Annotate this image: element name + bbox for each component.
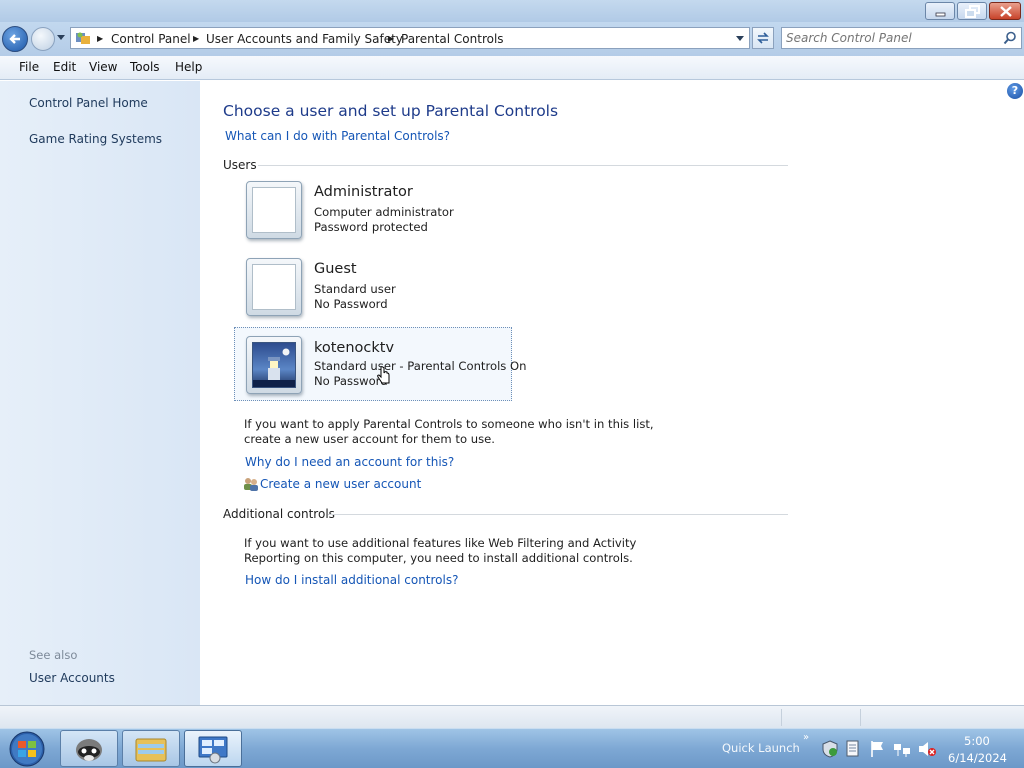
menu-help-label: Help	[175, 60, 203, 74]
flag-icon[interactable]	[869, 740, 885, 758]
status-bar	[0, 705, 1024, 728]
menu-file[interactable]: File	[19, 60, 39, 74]
clock-time[interactable]: 5:00	[964, 734, 990, 748]
no-account-text-line1: If you want to apply Parental Controls t…	[244, 417, 654, 431]
security-shield-icon[interactable]	[821, 740, 839, 758]
refresh-icon	[757, 32, 769, 44]
restore-button[interactable]	[957, 2, 987, 20]
additional-text-line2: Reporting on this computer, you need to …	[244, 551, 633, 565]
control-panel-app-icon	[198, 736, 228, 764]
taskbar-app-raccoon[interactable]	[60, 730, 118, 767]
raccoon-app-icon	[76, 739, 102, 761]
close-icon	[1000, 6, 1012, 17]
user-type: Standard user - Parental Controls On	[314, 359, 527, 373]
user-accounts-link[interactable]: User Accounts	[29, 671, 115, 685]
search-box[interactable]	[781, 27, 1022, 49]
minimize-button[interactable]	[925, 2, 955, 20]
menu-view[interactable]: View	[89, 60, 117, 74]
menu-help[interactable]: Help	[175, 60, 202, 74]
close-button[interactable]	[989, 2, 1021, 20]
user-name: kotenocktv	[314, 340, 395, 356]
windows-start-orb-icon	[9, 731, 45, 767]
network-icon[interactable]	[893, 740, 911, 758]
user-tile-guest[interactable]: Guest Standard user No Password	[234, 258, 512, 332]
what-can-i-do-link[interactable]: What can I do with Parental Controls?	[225, 129, 450, 143]
page-title: Choose a user and set up Parental Contro…	[223, 102, 559, 120]
breadcrumb-user-accounts[interactable]: User Accounts and Family Safety	[206, 32, 403, 46]
status-divider	[860, 709, 861, 726]
menu-edit-label: Edit	[53, 60, 77, 74]
breadcrumb-control-panel[interactable]: Control Panel	[111, 32, 191, 46]
breadcrumb-parental-controls[interactable]: Parental Controls	[401, 32, 504, 46]
users-divider	[258, 165, 788, 166]
no-account-text-line2: create a new user account for them to us…	[244, 432, 495, 446]
folder-icon	[135, 738, 167, 762]
user-type: Computer administrator	[314, 205, 454, 219]
additional-controls-divider	[328, 514, 788, 515]
menu-edit[interactable]: Edit	[53, 60, 76, 74]
search-icon[interactable]	[1003, 31, 1017, 45]
title-bar	[0, 0, 1024, 22]
address-bar[interactable]: ▶ Control Panel ▶ User Accounts and Fami…	[70, 27, 750, 49]
blank-user-picture	[252, 187, 296, 233]
forward-button[interactable]	[31, 27, 55, 51]
main-content: ? Choose a user and set up Parental Cont…	[200, 81, 1024, 705]
chevron-double-right-icon[interactable]: »	[803, 732, 809, 743]
help-icon[interactable]: ?	[1007, 83, 1023, 99]
see-also-heading: See also	[29, 648, 78, 662]
refresh-button[interactable]	[752, 27, 774, 49]
user-name: Administrator	[314, 184, 413, 200]
minimize-icon	[935, 12, 946, 17]
user-picture-frame	[246, 181, 302, 239]
back-arrow-icon	[9, 34, 20, 44]
taskbar-app-explorer[interactable]	[122, 730, 180, 767]
clock-date[interactable]: 6/14/2024	[948, 751, 1007, 765]
blank-user-picture	[252, 264, 296, 310]
user-picture-frame	[246, 258, 302, 316]
additional-controls-heading: Additional controls	[223, 507, 335, 521]
task-pane: Control Panel Home Game Rating Systems S…	[0, 81, 200, 705]
hand-cursor-icon	[377, 366, 390, 384]
document-icon[interactable]	[845, 740, 861, 758]
taskbar-app-control-panel[interactable]	[184, 730, 242, 767]
game-rating-systems-link[interactable]: Game Rating Systems	[29, 132, 162, 146]
navigation-bar: ▶ Control Panel ▶ User Accounts and Fami…	[0, 22, 1024, 56]
search-input[interactable]	[786, 30, 996, 46]
create-new-user-account-link[interactable]: Create a new user account	[260, 477, 421, 491]
menu-file-label: File	[19, 60, 40, 74]
address-dropdown-icon[interactable]	[736, 36, 745, 42]
user-picture-frame	[246, 336, 302, 394]
user-tile-administrator[interactable]: Administrator Computer administrator Pas…	[234, 181, 512, 255]
additional-text-line1: If you want to use additional features l…	[244, 536, 637, 550]
user-tile-kotenocktv[interactable]: kotenocktv Standard user - Parental Cont…	[234, 327, 527, 401]
menu-tools[interactable]: Tools	[130, 60, 160, 74]
restore-icon	[965, 5, 980, 18]
menu-tools-label: Tools	[130, 60, 160, 74]
taskbar: Quick Launch » 5:00 6/14/2024	[0, 728, 1024, 768]
lighthouse-icon	[253, 348, 295, 387]
start-button[interactable]	[2, 730, 52, 768]
breadcrumb-arrow-icon[interactable]: ▶	[388, 34, 394, 43]
users-heading: Users	[223, 158, 257, 172]
why-need-account-link[interactable]: Why do I need an account for this?	[245, 455, 454, 469]
users-icon	[244, 478, 258, 491]
control-panel-home-link[interactable]: Control Panel Home	[29, 96, 148, 110]
user-password-status: Password protected	[314, 220, 428, 234]
breadcrumb-arrow-icon[interactable]: ▶	[97, 34, 103, 43]
back-button[interactable]	[2, 26, 28, 52]
user-password-status: No Password	[314, 297, 388, 311]
menu-view-label: View	[89, 60, 118, 74]
status-divider	[781, 709, 782, 726]
breadcrumb-arrow-icon[interactable]: ▶	[193, 34, 199, 43]
install-additional-controls-link[interactable]: How do I install additional controls?	[245, 573, 458, 587]
menu-bar: File Edit View Tools Help	[0, 56, 1024, 80]
recent-pages-dropdown-icon[interactable]	[57, 35, 66, 41]
user-name: Guest	[314, 261, 357, 277]
control-panel-icon	[76, 32, 90, 44]
lighthouse-picture-icon	[252, 342, 296, 388]
volume-muted-icon[interactable]	[917, 740, 937, 758]
quick-launch-label[interactable]: Quick Launch	[722, 741, 800, 755]
user-type: Standard user	[314, 282, 396, 296]
